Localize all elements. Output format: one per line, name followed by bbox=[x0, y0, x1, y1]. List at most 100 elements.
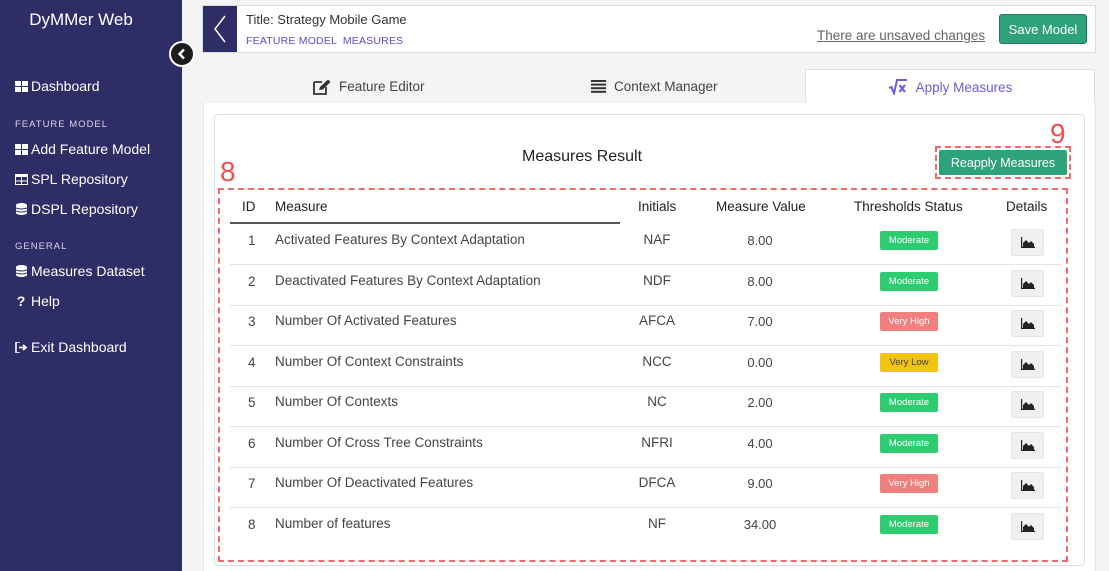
row-measure-value: 4.00 bbox=[747, 435, 773, 451]
status-badge: Moderate bbox=[880, 393, 938, 412]
details-button[interactable] bbox=[1011, 269, 1044, 297]
model-header: Title: Strategy Mobile Game FEATURE MODE… bbox=[202, 5, 1096, 53]
sidebar-item-label: SPL Repository bbox=[31, 171, 128, 187]
area-chart-icon bbox=[1020, 480, 1035, 491]
row-id: 5 bbox=[248, 395, 256, 410]
row-measure: Number Of Activated Features bbox=[275, 313, 457, 328]
section-feature-model: FEATURE MODEL bbox=[15, 119, 109, 130]
database-icon bbox=[14, 203, 28, 215]
row-measure-value: 8.00 bbox=[747, 273, 773, 289]
tab-feature-editor[interactable]: Feature Editor bbox=[313, 69, 425, 104]
status-badge: Moderate bbox=[880, 433, 938, 453]
header-divider bbox=[230, 222, 620, 224]
brand-title: DyMMer Web bbox=[29, 10, 133, 29]
column-header-thresholds-status: Thresholds Status bbox=[854, 199, 963, 214]
tab-label: Apply Measures bbox=[915, 79, 1013, 95]
row-divider bbox=[230, 304, 1062, 306]
status-badge: Very High bbox=[880, 312, 938, 331]
table-icon bbox=[14, 173, 28, 185]
row-id: 3 bbox=[248, 314, 256, 329]
sidebar-item-label: DSPL Repository bbox=[31, 201, 138, 217]
column-header-measure: Measure bbox=[275, 199, 328, 214]
row-initials: NAF bbox=[643, 232, 671, 247]
grid-icon bbox=[14, 80, 28, 92]
row-id: 7 bbox=[248, 476, 256, 491]
row-initials: NCC bbox=[642, 353, 672, 369]
status-badge: Very Low bbox=[880, 352, 938, 372]
unsaved-changes-link[interactable]: There are unsaved changes bbox=[817, 28, 985, 43]
row-measure: Number Of Cross Tree Constraints bbox=[275, 434, 483, 450]
panel-title: Measures Result bbox=[522, 148, 643, 165]
column-header-measure-value: Measure Value bbox=[716, 199, 806, 214]
sidebar-item-help[interactable]: ? Help bbox=[14, 293, 60, 309]
row-divider bbox=[230, 466, 1062, 468]
row-measure: Number Of Contexts bbox=[275, 394, 399, 409]
save-model-button[interactable]: Save Model bbox=[999, 14, 1087, 44]
area-chart-icon bbox=[1020, 237, 1035, 248]
grid-icon bbox=[14, 143, 28, 155]
row-divider bbox=[230, 264, 1062, 265]
sidebar-item-exit-dashboard[interactable]: Exit Dashboard bbox=[14, 339, 127, 355]
collapse-sidebar-button[interactable] bbox=[169, 41, 195, 67]
tab-apply-measures[interactable]: Apply Measures bbox=[805, 69, 1095, 104]
row-id: 1 bbox=[248, 233, 256, 248]
back-button[interactable] bbox=[203, 6, 237, 52]
area-chart-icon bbox=[1020, 399, 1035, 410]
row-measure-value: 2.00 bbox=[747, 395, 773, 410]
details-button[interactable] bbox=[1011, 350, 1044, 378]
status-badge: Very High bbox=[880, 474, 938, 493]
details-button[interactable] bbox=[1011, 512, 1044, 540]
row-measure: Number Of Context Constraints bbox=[275, 353, 464, 369]
row-measure-value: 34.00 bbox=[743, 516, 777, 532]
row-id: 2 bbox=[248, 273, 256, 289]
sidebar-item-dashboard[interactable]: Dashboard bbox=[14, 78, 100, 94]
row-id: 8 bbox=[248, 516, 256, 532]
details-button[interactable] bbox=[1011, 472, 1044, 499]
column-header-details: Details bbox=[1006, 199, 1048, 214]
row-measure-value: 8.00 bbox=[747, 233, 773, 248]
details-button[interactable] bbox=[1011, 431, 1044, 459]
status-badge: Moderate bbox=[880, 271, 938, 291]
row-initials: NF bbox=[648, 515, 666, 531]
edit-icon bbox=[313, 79, 331, 95]
row-initials: AFCA bbox=[638, 313, 675, 328]
sidebar-item-label: Help bbox=[31, 293, 60, 309]
tab-context-manager[interactable]: Context Manager bbox=[591, 69, 718, 104]
sign-out-icon bbox=[14, 341, 28, 353]
sidebar: DyMMer Web Dashboard FEATURE MODEL Add F… bbox=[0, 0, 182, 571]
sidebar-item-measures-dataset[interactable]: Measures Dataset bbox=[14, 263, 145, 279]
chevron-left-icon bbox=[177, 48, 185, 60]
sidebar-item-label: Exit Dashboard bbox=[31, 339, 127, 355]
details-button[interactable] bbox=[1011, 391, 1044, 418]
row-id: 6 bbox=[248, 435, 256, 451]
tab-label: Feature Editor bbox=[339, 79, 425, 94]
row-id: 4 bbox=[248, 354, 256, 370]
breadcrumb: FEATURE MODEL MEASURES bbox=[246, 35, 403, 47]
row-initials: NC bbox=[647, 394, 667, 409]
breadcrumb-feature-model[interactable]: FEATURE MODEL bbox=[246, 35, 337, 47]
sidebar-item-spl-repository[interactable]: SPL Repository bbox=[14, 171, 128, 187]
tab-bar: Feature Editor Context Manager Apply Mea… bbox=[229, 69, 1095, 104]
area-chart-icon bbox=[1020, 520, 1035, 532]
row-initials: NFRI bbox=[641, 434, 673, 450]
sidebar-item-dspl-repository[interactable]: DSPL Repository bbox=[14, 201, 138, 217]
details-button[interactable] bbox=[1011, 310, 1044, 337]
row-divider bbox=[230, 426, 1062, 427]
details-button[interactable] bbox=[1011, 229, 1044, 256]
question-icon: ? bbox=[16, 293, 26, 309]
sidebar-item-add-feature-model[interactable]: Add Feature Model bbox=[14, 141, 150, 157]
row-initials: NDF bbox=[643, 272, 671, 288]
sidebar-item-label: Measures Dataset bbox=[31, 263, 145, 279]
area-chart-icon bbox=[1020, 277, 1035, 289]
chevron-left-icon bbox=[214, 15, 226, 43]
reapply-measures-button[interactable]: Reapply Measures bbox=[939, 150, 1067, 175]
row-measure: Number Of Deactivated Features bbox=[275, 475, 474, 490]
sidebar-item-label: Dashboard bbox=[31, 78, 100, 94]
list-icon bbox=[591, 80, 606, 93]
row-measure: Number of features bbox=[275, 515, 391, 531]
section-general: GENERAL bbox=[15, 241, 68, 252]
sidebar-item-label: Add Feature Model bbox=[31, 141, 151, 157]
column-header-id: ID bbox=[242, 199, 256, 214]
row-measure: Activated Features By Context Adaptation bbox=[275, 232, 525, 247]
breadcrumb-measures[interactable]: MEASURES bbox=[343, 35, 404, 47]
